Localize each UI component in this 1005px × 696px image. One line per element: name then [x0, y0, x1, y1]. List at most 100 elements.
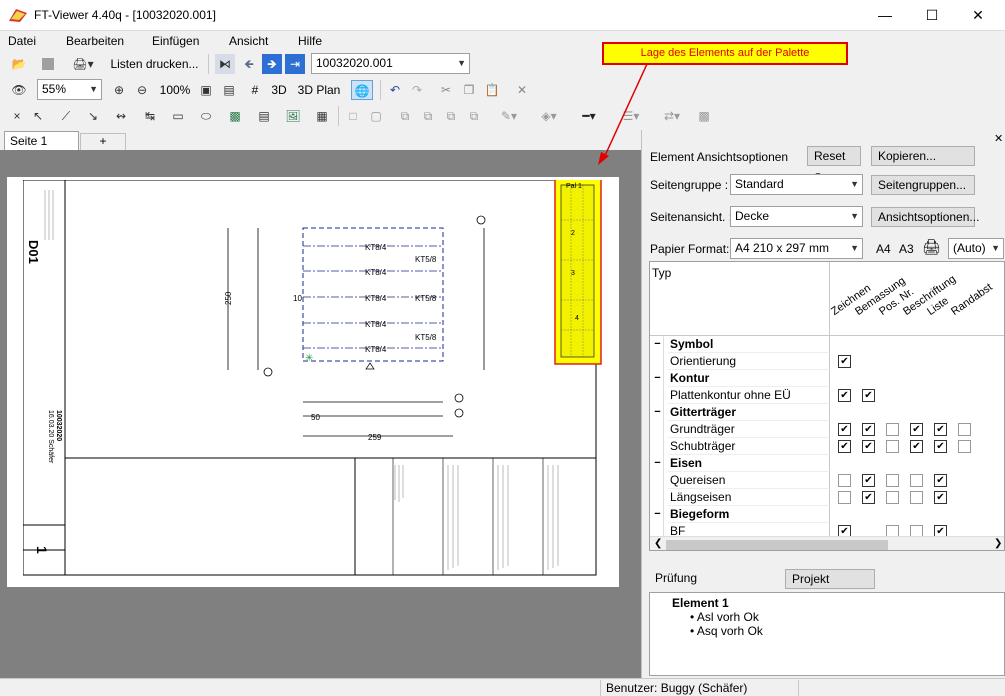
- fit-width-icon[interactable]: ▤: [219, 80, 239, 100]
- grid-scrollbar[interactable]: ❮ ❯: [650, 536, 1004, 550]
- option-checkbox[interactable]: [958, 423, 971, 436]
- menu-datei[interactable]: Datei: [8, 34, 36, 48]
- a3-button[interactable]: A3: [899, 242, 914, 256]
- cut-icon[interactable]: ✂: [436, 80, 456, 100]
- globe-icon[interactable]: 🌐: [351, 80, 373, 100]
- fill-color-icon[interactable]: ◈▾: [534, 106, 564, 126]
- properties-icon[interactable]: ▩: [694, 106, 714, 126]
- option-checkbox[interactable]: ✔: [862, 440, 875, 453]
- print-list-button[interactable]: Listen drucken...: [107, 54, 202, 74]
- menu-bearbeiten[interactable]: Bearbeiten: [66, 34, 124, 48]
- option-checkbox[interactable]: ✔: [862, 491, 875, 504]
- page-groups-button[interactable]: Seitengruppen...: [871, 175, 975, 195]
- stop-icon[interactable]: [38, 54, 58, 74]
- first-page-icon[interactable]: ⧑: [215, 54, 235, 74]
- minimize-icon[interactable]: —: [862, 0, 908, 31]
- eye-icon[interactable]: 👁: [9, 80, 29, 100]
- auto-select[interactable]: (Auto) ▼: [948, 238, 1004, 259]
- option-checkbox[interactable]: ✔: [910, 440, 923, 453]
- printer-icon[interactable]: 🖨▾: [68, 54, 98, 74]
- drawing-canvas[interactable]: KT8/4 KT8/4 KT8/4 KT8/4 KT8/4 KT5/8 KT5/…: [0, 150, 641, 678]
- collapse-icon[interactable]: −: [652, 404, 664, 421]
- close-panel-icon[interactable]: ✕: [994, 132, 1003, 145]
- rectangle-icon[interactable]: ▭: [168, 106, 188, 126]
- zoom-select[interactable]: 55% ▼: [37, 79, 102, 100]
- copy-icon[interactable]: ❐: [459, 80, 479, 100]
- fit-page-icon[interactable]: ▣: [196, 80, 216, 100]
- page-group-select[interactable]: Standard ▼: [730, 174, 863, 195]
- option-checkbox[interactable]: [886, 440, 899, 453]
- zoom-out-icon[interactable]: ⊖: [132, 80, 152, 100]
- group-icon[interactable]: □: [343, 106, 363, 126]
- prev-page-icon[interactable]: 🡸: [239, 54, 259, 74]
- delete-icon[interactable]: ✕: [512, 80, 532, 100]
- option-checkbox[interactable]: [886, 474, 899, 487]
- dimension-icon[interactable]: ↹: [140, 106, 160, 126]
- option-checkbox[interactable]: ✔: [838, 389, 851, 402]
- printer-icon[interactable]: 🖨: [922, 238, 941, 256]
- option-checkbox[interactable]: [910, 474, 923, 487]
- option-checkbox[interactable]: ✔: [862, 389, 875, 402]
- option-checkbox[interactable]: [838, 491, 851, 504]
- pointer-icon[interactable]: ↖: [28, 106, 48, 126]
- option-checkbox[interactable]: ✔: [934, 423, 947, 436]
- close-icon[interactable]: ✕: [955, 0, 1001, 31]
- view-options-button[interactable]: Ansichtsoptionen...: [871, 207, 979, 227]
- page-view-select[interactable]: Decke ▼: [730, 206, 863, 227]
- option-checkbox[interactable]: ✔: [862, 423, 875, 436]
- option-checkbox[interactable]: ✔: [838, 440, 851, 453]
- collapse-icon[interactable]: −: [652, 336, 664, 353]
- ungroup-icon[interactable]: ▢: [366, 106, 386, 126]
- scroll-left-icon[interactable]: ❮: [654, 538, 662, 549]
- backward-icon[interactable]: ⧉: [464, 106, 484, 126]
- image-icon[interactable]: 🖼: [283, 106, 303, 126]
- send-back-icon[interactable]: ⧉: [418, 106, 438, 126]
- forward-icon[interactable]: ⧉: [441, 106, 461, 126]
- reset-button[interactable]: Reset ▼: [807, 146, 861, 180]
- option-checkbox[interactable]: ✔: [934, 491, 947, 504]
- option-checkbox[interactable]: ✔: [862, 474, 875, 487]
- line-color-icon[interactable]: ✎▾: [494, 106, 524, 126]
- menu-hilfe[interactable]: Hilfe: [298, 34, 322, 48]
- menu-einfuegen[interactable]: Einfügen: [152, 34, 199, 48]
- tab-add[interactable]: +: [80, 133, 126, 150]
- option-checkbox[interactable]: [838, 474, 851, 487]
- scroll-right-icon[interactable]: ❯: [994, 538, 1002, 549]
- paper-format-select[interactable]: A4 210 x 297 mm ▼: [730, 238, 863, 259]
- arrow-icon[interactable]: ↘: [83, 106, 103, 126]
- grid-button[interactable]: #: [247, 80, 263, 100]
- option-checkbox[interactable]: ✔: [910, 423, 923, 436]
- tab-seite-1[interactable]: Seite 1: [4, 131, 79, 151]
- file-select[interactable]: 10032020.001 ▼: [311, 53, 470, 74]
- option-checkbox[interactable]: ✔: [934, 474, 947, 487]
- collapse-icon[interactable]: −: [652, 506, 664, 523]
- 3d-button[interactable]: 3D: [268, 80, 290, 100]
- line-icon[interactable]: ⟋: [56, 106, 76, 126]
- option-checkbox[interactable]: [958, 440, 971, 453]
- menu-ansicht[interactable]: Ansicht: [229, 34, 268, 48]
- open-folder-icon[interactable]: 📂: [9, 54, 29, 74]
- last-page-icon[interactable]: ⇥: [285, 54, 305, 74]
- zoom-100-button[interactable]: 100%: [157, 80, 193, 100]
- paste-icon[interactable]: 📋: [482, 80, 502, 100]
- option-checkbox[interactable]: ✔: [934, 440, 947, 453]
- arrow-style-icon[interactable]: ⇄▾: [657, 106, 687, 126]
- redo-icon[interactable]: ↷: [407, 80, 427, 100]
- option-checkbox[interactable]: [886, 423, 899, 436]
- 3d-plan-button[interactable]: 3D Plan: [295, 80, 343, 100]
- close-small-icon[interactable]: ×: [7, 106, 27, 126]
- polyline-icon[interactable]: ↭: [111, 106, 131, 126]
- zoom-in-icon[interactable]: ⊕: [109, 80, 129, 100]
- maximize-icon[interactable]: ☐: [909, 0, 955, 31]
- option-checkbox[interactable]: ✔: [838, 423, 851, 436]
- scroll-thumb[interactable]: [666, 540, 888, 550]
- option-checkbox[interactable]: [910, 491, 923, 504]
- text-icon[interactable]: ▤: [254, 106, 274, 126]
- option-checkbox[interactable]: [886, 491, 899, 504]
- a4-button[interactable]: A4: [876, 242, 891, 256]
- textbox-icon[interactable]: ▩: [225, 106, 245, 126]
- option-checkbox[interactable]: ✔: [838, 355, 851, 368]
- collapse-icon[interactable]: −: [652, 455, 664, 472]
- table-icon[interactable]: ▦: [312, 106, 332, 126]
- next-page-icon[interactable]: 🡺: [262, 54, 282, 74]
